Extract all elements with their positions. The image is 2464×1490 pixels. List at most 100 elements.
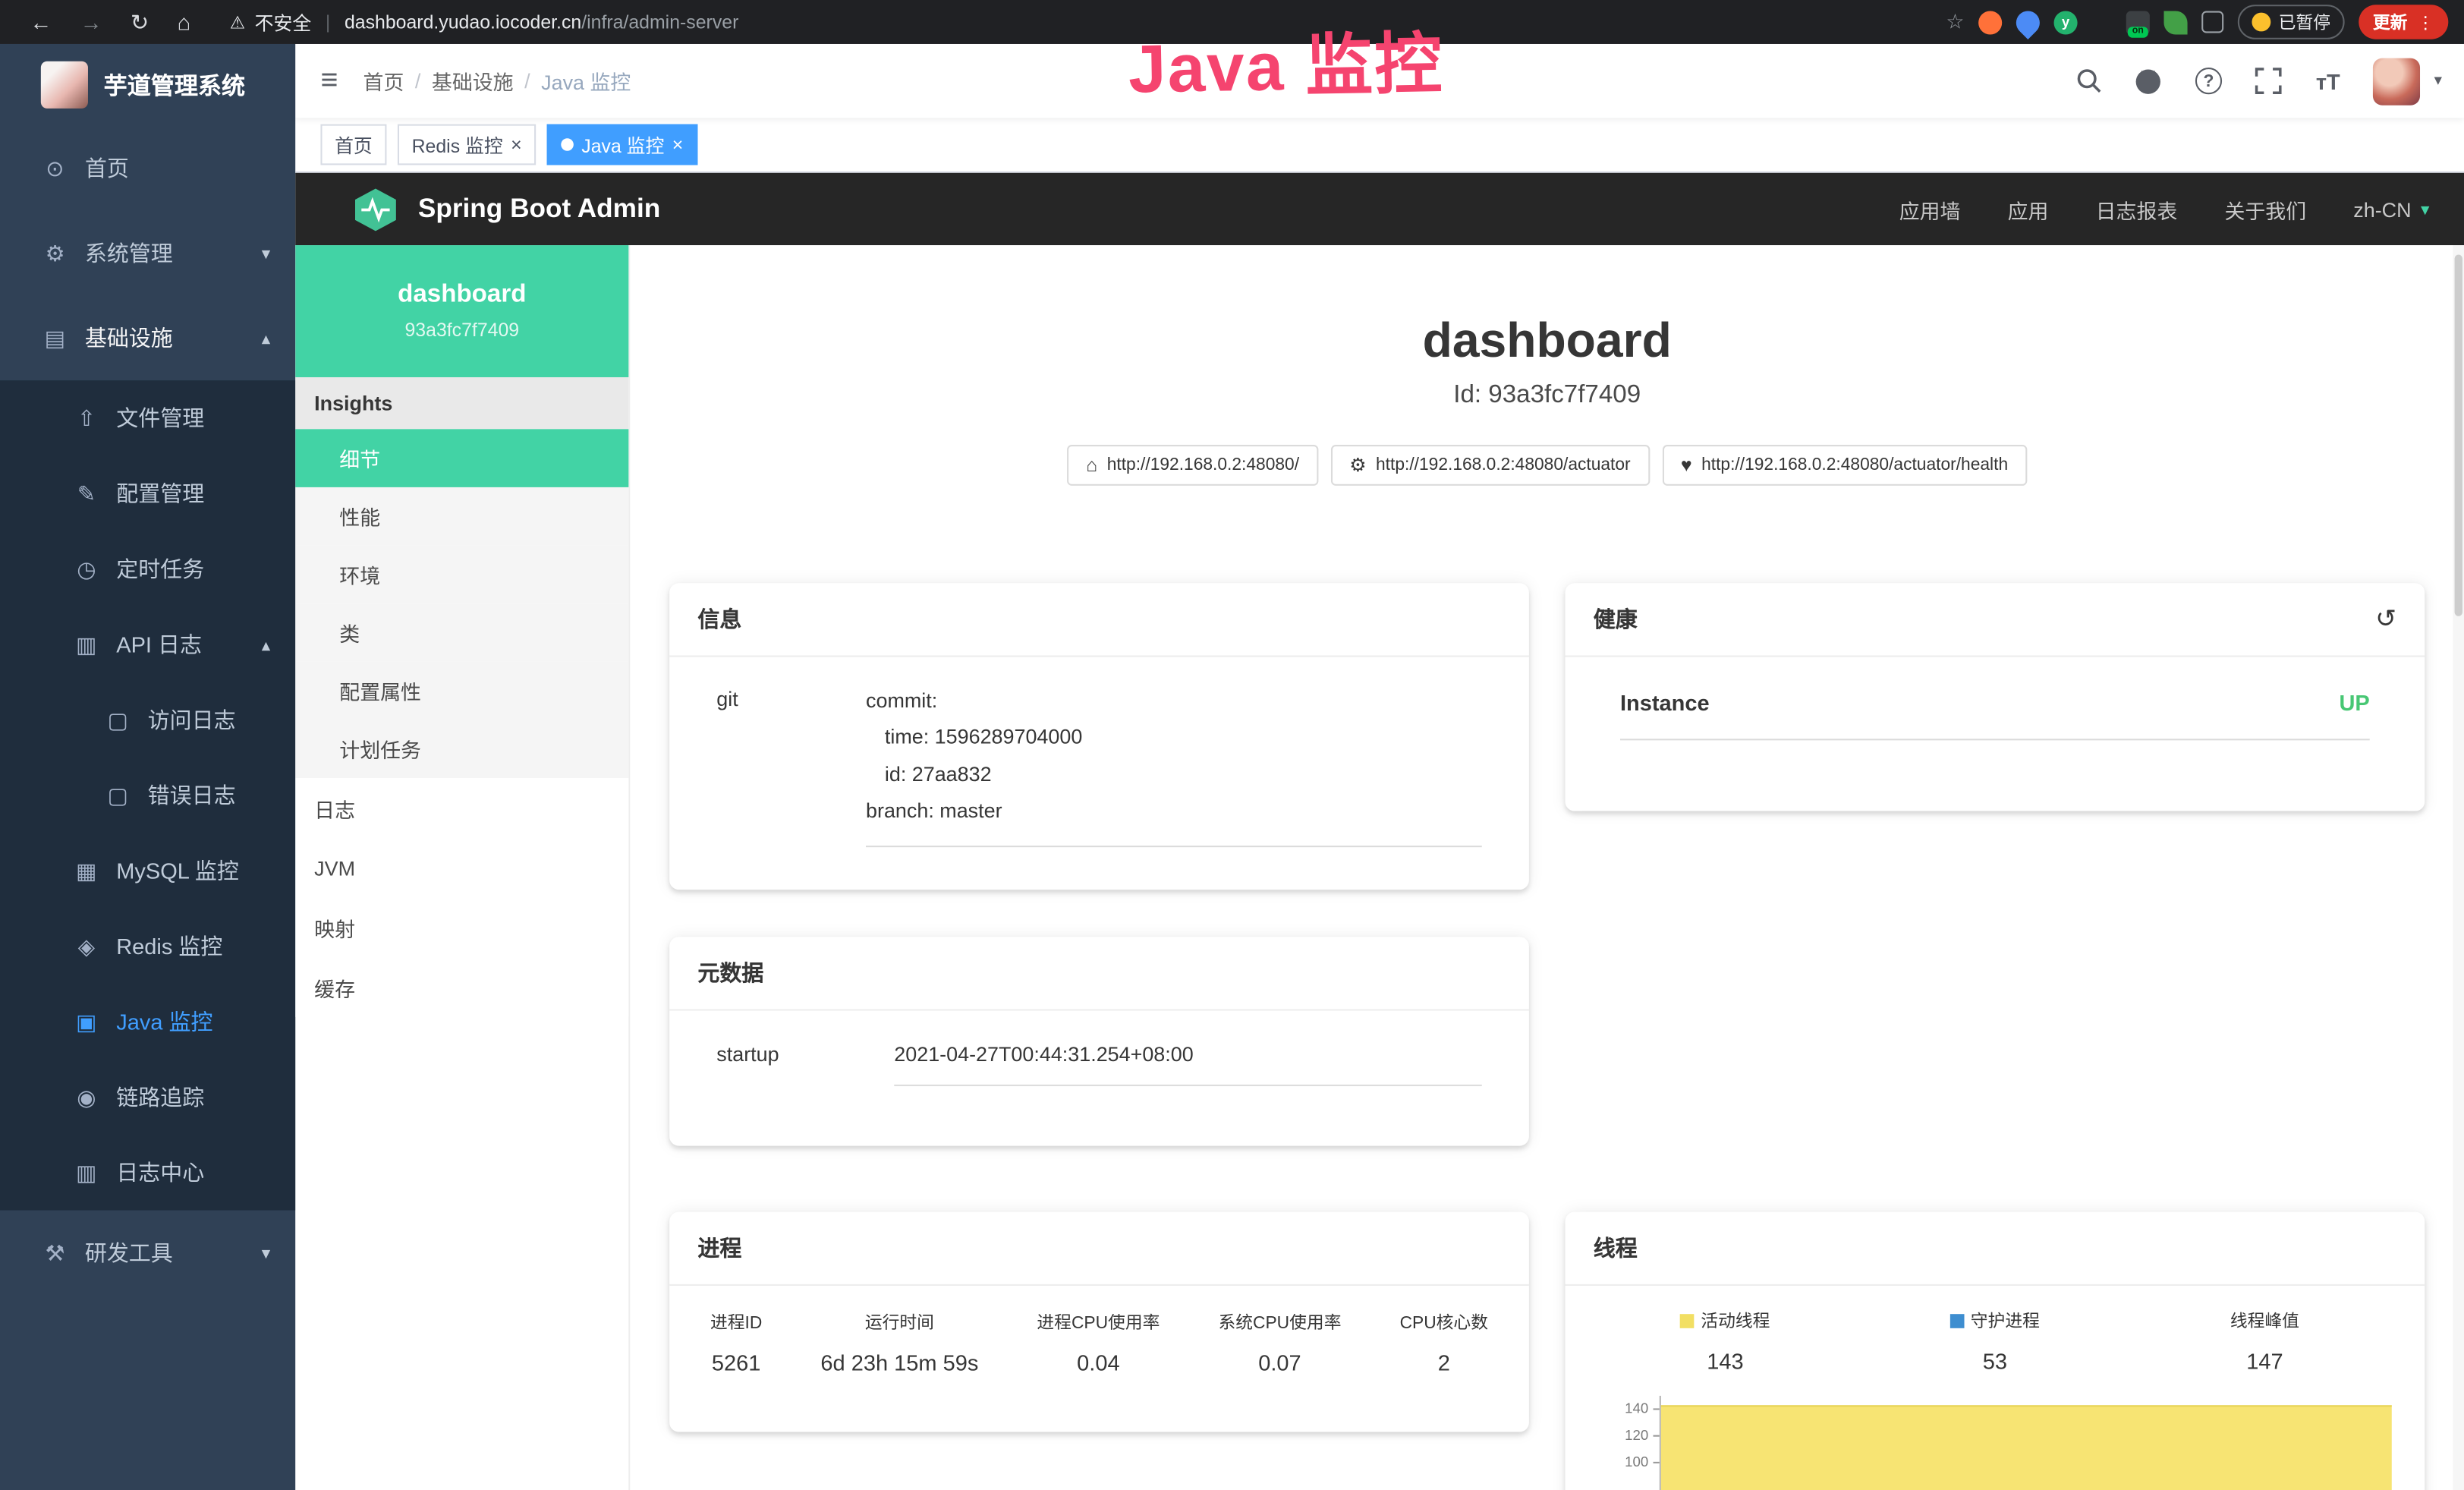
reload-icon[interactable]: ↻ [131, 8, 149, 35]
bookmark-star-icon[interactable]: ☆ [1946, 9, 1964, 34]
tab-java-monitor[interactable]: Java 监控 × [547, 124, 697, 165]
sidebar-item-trace[interactable]: ◉ 链路追踪 [0, 1060, 295, 1135]
sba-item-metrics[interactable]: 性能 [295, 487, 628, 546]
sidebar-item-infrastructure[interactable]: ▤ 基础设施 ▴ [0, 295, 295, 380]
sidebar-item-file-mgmt[interactable]: ⇧ 文件管理 [0, 380, 295, 455]
sidebar-item-label: MySQL 监控 [116, 855, 239, 887]
sidebar-item-redis-monitor[interactable]: ◈ Redis 监控 [0, 909, 295, 984]
breadcrumb-current: Java 监控 [541, 66, 631, 96]
stat-label: 进程ID [710, 1309, 762, 1334]
legend-label: 活动线程 [1701, 1308, 1770, 1333]
chart-y-axis: 140 120 100 [1591, 1396, 1660, 1490]
edit-icon: ✎ [72, 480, 100, 507]
sidebar-item-mysql-monitor[interactable]: ▦ MySQL 监控 [0, 833, 295, 909]
search-icon[interactable] [2074, 66, 2104, 96]
link-health-url[interactable]: ♥ http://192.168.0.2:48080/actuator/heal… [1662, 445, 2027, 486]
sba-body: dashboard 93a3fc7f7409 Insights 细节 性能 环境… [295, 245, 2464, 1490]
sidebar-item-system-mgmt[interactable]: ⚙ 系统管理 ▾ [0, 210, 295, 295]
git-id-line: id: 27aa832 [866, 756, 1482, 792]
card-title: 健康 [1594, 603, 1638, 635]
chrome-update-button[interactable]: 更新 ⋮ [2359, 5, 2448, 39]
sba-item-config-props[interactable]: 配置属性 [295, 662, 628, 720]
extension-icon-drop[interactable] [2011, 5, 2044, 39]
extension-icon-on-switch[interactable]: on [2126, 10, 2150, 33]
sba-link-wallboard[interactable]: 应用墙 [1899, 194, 1961, 224]
github-icon[interactable] [2134, 66, 2163, 96]
legend-live-threads: 活动线程 143 [1591, 1308, 1860, 1374]
sba-sidebar: dashboard 93a3fc7f7409 Insights 细节 性能 环境… [295, 245, 630, 1490]
link-service-url[interactable]: ⌂ http://192.168.0.2:48080/ [1067, 445, 1317, 486]
sba-item-jvm[interactable]: JVM [295, 838, 628, 898]
sidebar-item-config-mgmt[interactable]: ✎ 配置管理 [0, 456, 295, 531]
sba-item-mappings[interactable]: 映射 [295, 897, 628, 957]
sidebar-item-label: 研发工具 [85, 1237, 173, 1268]
extension-icon-leaf[interactable] [2163, 10, 2187, 33]
avatar[interactable] [2373, 58, 2420, 105]
sidebar-item-scheduled-jobs[interactable]: ◷ 定时任务 [0, 531, 295, 606]
breadcrumb-infrastructure[interactable]: 基础设施 [432, 66, 514, 96]
y-tick: 120 [1591, 1422, 1660, 1449]
sba-nav-links: 应用墙 应用 日志报表 关于我们 zh-CN ▾ [1899, 194, 2430, 224]
profile-paused-badge[interactable]: 已暂停 [2238, 5, 2345, 39]
log-center-icon: ▥ [72, 1159, 100, 1186]
extension-icon-grid[interactable] [2091, 12, 2112, 33]
history-icon[interactable]: ↺ [2375, 603, 2396, 635]
sidebar-item-home[interactable]: ⊙ 首页 [0, 126, 295, 211]
tab-home[interactable]: 首页 [320, 124, 386, 165]
scrollbar[interactable] [2453, 245, 2464, 1490]
card-threads-header: 线程 [1566, 1212, 2425, 1286]
url-text[interactable]: dashboard.yudao.iocoder.cn/infra/admin-s… [345, 11, 738, 33]
security-label[interactable]: 不安全 [255, 8, 312, 35]
sidebar-item-dev-tools[interactable]: ⚒ 研发工具 ▾ [0, 1211, 295, 1296]
sba-item-environment[interactable]: 环境 [295, 546, 628, 604]
status-badge: UP [2339, 690, 2369, 715]
health-row[interactable]: Instance UP [1620, 666, 2370, 740]
chevron-down-icon[interactable]: ▾ [2434, 72, 2442, 90]
app-logo-icon [41, 61, 88, 109]
sba-item-logs[interactable]: 日志 [295, 778, 628, 838]
sba-brand[interactable]: Spring Boot Admin [352, 187, 660, 230]
tab-redis-monitor[interactable]: Redis 监控 × [398, 124, 536, 165]
back-icon[interactable]: ← [30, 9, 52, 34]
extension-icon-orange[interactable] [1978, 10, 2002, 33]
help-icon[interactable]: ? [2194, 66, 2223, 96]
sidebar-item-label: Java 监控 [116, 1006, 212, 1037]
sba-link-journal[interactable]: 日志报表 [2096, 194, 2178, 224]
extensions-puzzle-icon[interactable] [2201, 11, 2223, 33]
link-actuator-url[interactable]: ⚙ http://192.168.0.2:48080/actuator [1330, 445, 1649, 486]
chevron-down-icon: ▾ [2421, 199, 2429, 219]
sidebar-item-api-logs[interactable]: ▥ API 日志 ▴ [0, 606, 295, 682]
extension-icon-green[interactable]: y [2054, 10, 2078, 33]
sidebar-item-log-center[interactable]: ▥ 日志中心 [0, 1135, 295, 1210]
language-select[interactable]: zh-CN ▾ [2353, 197, 2429, 221]
card-metadata: 元数据 startup 2021-04-27T00:44:31.254+08:0… [669, 937, 1529, 1145]
sidebar-item-access-logs[interactable]: ▢ 访问日志 [0, 682, 295, 758]
sidebar-item-java-monitor[interactable]: ▣ Java 监控 [0, 984, 295, 1059]
sidebar-item-error-logs[interactable]: ▢ 错误日志 [0, 758, 295, 833]
sba-section-insights: Insights [295, 377, 628, 429]
sidebar-item-label: 首页 [85, 153, 129, 184]
close-icon[interactable]: × [511, 134, 522, 156]
fullscreen-icon[interactable] [2253, 66, 2283, 96]
stat-process-cpu: 进程CPU使用率 0.04 [1037, 1309, 1160, 1375]
app-logo-row[interactable]: 芋道管理系统 [0, 44, 295, 126]
sba-item-caches[interactable]: 缓存 [295, 957, 628, 1017]
address-bar[interactable]: ⚠ 不安全 | dashboard.yudao.iocoder.cn/infra… [230, 8, 739, 35]
close-icon[interactable]: × [672, 134, 684, 156]
sba-item-details[interactable]: 细节 [295, 429, 628, 487]
hamburger-icon[interactable]: ≡ [295, 64, 363, 99]
kebab-menu-icon[interactable]: ⋮ [2417, 12, 2434, 33]
sba-link-applications[interactable]: 应用 [2008, 194, 2049, 224]
instance-header[interactable]: dashboard 93a3fc7f7409 [295, 245, 628, 377]
breadcrumb-home[interactable]: 首页 [363, 66, 404, 96]
sidebar-item-label: 错误日志 [148, 780, 236, 811]
sba-item-classes[interactable]: 类 [295, 603, 628, 662]
home-icon[interactable]: ⌂ [177, 9, 190, 34]
redis-icon: ◈ [72, 933, 100, 959]
sba-link-about[interactable]: 关于我们 [2224, 194, 2306, 224]
font-size-icon[interactable]: тT [2313, 66, 2343, 96]
scrollbar-thumb[interactable] [2455, 254, 2462, 616]
error-log-icon: ▢ [104, 782, 132, 808]
sba-item-scheduled-tasks[interactable]: 计划任务 [295, 720, 628, 778]
forward-icon[interactable]: → [80, 9, 102, 34]
